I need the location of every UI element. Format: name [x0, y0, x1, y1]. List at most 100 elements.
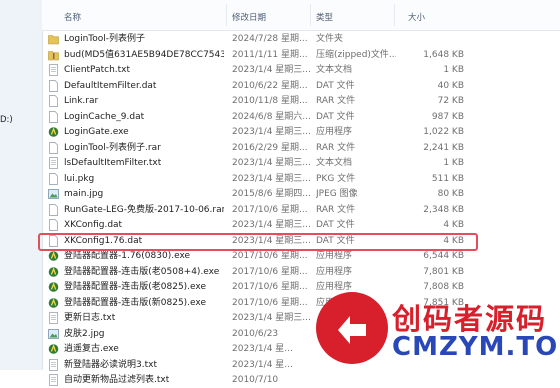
file-type: 应用程序	[316, 251, 353, 261]
file-date: 2011/1/11 星期...	[232, 49, 308, 60]
file-name: 自动更新物品过滤列表.txt	[64, 375, 170, 385]
file-name: 登陆器配置器-1.76(0830).exe	[64, 251, 191, 261]
file-date: 2023/1/4 星...	[232, 359, 293, 370]
exe-icon	[48, 281, 59, 293]
exe-icon	[48, 266, 59, 278]
file-date: 2017/10/6 星期...	[232, 266, 308, 277]
file-date: 2017/10/6 星期...	[232, 297, 308, 308]
file-type: 文本文档	[316, 65, 353, 75]
file-size: 1 KB	[443, 65, 464, 75]
column-separator[interactable]	[394, 4, 395, 26]
file-date: 2024/7/28 星期...	[232, 34, 308, 44]
file-name: lui.pkg	[64, 173, 95, 184]
column-header-type[interactable]: 类型	[316, 11, 333, 23]
image-icon	[48, 188, 59, 200]
exe-icon	[48, 297, 59, 309]
text-icon	[48, 374, 59, 386]
navigation-pane[interactable]: D:)	[0, 0, 43, 370]
file-row[interactable]: lui.pkg 2023/1/4 星期三... PKG 文件 511 KB	[42, 171, 560, 187]
text-icon	[48, 157, 59, 169]
file-row[interactable]: 登陆器配置器-连击版(老0508+4).exe 2017/10/6 星期... 应用…	[42, 264, 560, 280]
file-size: 1,022 KB	[423, 127, 464, 137]
file-row[interactable]: DefaultItemFilter.dat 2010/6/22 星期... DAT …	[42, 78, 560, 94]
file-name: 登陆器配置器-连击版(老0825).exe	[64, 282, 207, 292]
file-name: 新登陆器必读说明3.txt	[64, 359, 157, 370]
file-name: Link.rar	[64, 96, 99, 106]
file-date: 2017/10/6 星期...	[232, 204, 308, 215]
file-row[interactable]: LoginTool-列表例子 2024/7/28 星期... 文件夹	[42, 31, 560, 47]
file-date: 2017/10/6 星期...	[232, 282, 308, 292]
file-date: 2024/6/8 星期六...	[232, 111, 310, 122]
file-type: PKG 文件	[316, 173, 356, 184]
file-size: 4 KB	[443, 220, 464, 230]
folder-icon	[48, 33, 59, 45]
text-icon	[48, 64, 59, 76]
column-separator[interactable]	[310, 4, 311, 26]
file-name: LoginGate.exe	[64, 127, 129, 137]
file-size: 2,348 KB	[423, 204, 464, 215]
file-type: DAT 文件	[316, 220, 355, 230]
file-row[interactable]: RunGate-LEG-免费版-2017-10-06.rar 2017/10/6 …	[42, 202, 560, 218]
file-row[interactable]: LoginCache_9.dat 2024/6/8 星期六... DAT 文件 987…	[42, 109, 560, 125]
file-date: 2023/1/4 星期三...	[232, 65, 310, 75]
file-name: 逍遥复古.exe	[64, 344, 119, 354]
file-name: RunGate-LEG-免费版-2017-10-06.rar	[64, 204, 224, 215]
column-header-name[interactable]: 名称	[64, 11, 81, 23]
file-type: DAT 文件	[316, 111, 355, 122]
file-date: 2023/1/4 星期三...	[232, 313, 310, 323]
file-date: 2023/1/4 星期三...	[232, 220, 310, 230]
file-type: 应用程序	[316, 266, 353, 277]
exe-icon	[48, 126, 59, 138]
file-type: RAR 文件	[316, 142, 356, 153]
text-icon	[48, 312, 59, 324]
file-row[interactable]: main.jpg 2015/8/6 星期四... JPEG 图像 80 KB	[42, 186, 560, 202]
exe-icon	[48, 343, 59, 355]
file-name: LoginTool-列表例子	[64, 34, 146, 44]
file-row[interactable]: XKConfig.dat 2023/1/4 星期三... DAT 文件 4 KB	[42, 217, 560, 233]
file-date: 2023/1/4 星期三...	[232, 158, 310, 168]
file-row[interactable]: LoginGate.exe 2023/1/4 星期三... 应用程序 1,022 KB	[42, 124, 560, 140]
file-type: 压缩(zipped)文件...	[316, 49, 396, 60]
file-type: 应用程序	[316, 127, 353, 137]
column-separator[interactable]	[226, 4, 227, 26]
file-row[interactable]: lsDefaultItemFilter.txt 2023/1/4 星期三... 文本…	[42, 155, 560, 171]
file-date: 2015/8/6 星期四...	[232, 189, 310, 199]
file-type: JPEG 图像	[316, 189, 358, 199]
file-icon	[48, 219, 59, 231]
file-icon	[48, 203, 59, 216]
file-date: 2016/2/29 星期...	[232, 142, 308, 153]
file-name: bud(MD5值631AE5B94DE78CC7543F...	[64, 49, 224, 60]
file-row[interactable]: Link.rar 2010/11/8 星期... RAR 文件 72 KB	[42, 93, 560, 109]
file-name: DefaultItemFilter.dat	[64, 80, 157, 91]
watermark-latin-text: CMZYM.TOP	[392, 332, 560, 362]
file-type: RAR 文件	[316, 96, 356, 106]
file-icon	[48, 141, 59, 154]
column-header-size[interactable]: 大小	[408, 11, 425, 23]
file-name: XKConfig.dat	[64, 220, 123, 230]
file-name: 皮肤2.jpg	[64, 328, 105, 339]
file-name: 登陆器配置器-连击版(新0825).exe	[64, 297, 207, 308]
file-type: 文本文档	[316, 158, 353, 168]
column-header-row: 名称 修改日期 类型 大小	[42, 0, 560, 31]
column-header-date[interactable]: 修改日期	[232, 11, 266, 23]
file-icon	[48, 172, 59, 185]
file-row[interactable]: bud(MD5值631AE5B94DE78CC7543F... 2011/1/11…	[42, 47, 560, 63]
drive-label[interactable]: D:)	[0, 115, 13, 125]
watermark-logo-icon	[316, 292, 388, 364]
file-size: 1 KB	[443, 158, 464, 168]
file-name: 更新日志.txt	[64, 313, 116, 323]
file-size: 7,801 KB	[423, 266, 464, 277]
file-size: 1,648 KB	[423, 49, 464, 60]
file-name: 登陆器配置器-连击版(老0508+4).exe	[64, 266, 220, 277]
file-date: 2010/6/22 星期...	[232, 80, 308, 91]
file-row[interactable]: 自动更新物品过滤列表.txt 2010/7/10	[42, 372, 560, 388]
zip-icon	[48, 49, 59, 61]
file-size: 511 KB	[431, 173, 464, 184]
file-row[interactable]: ClientPatch.txt 2023/1/4 星期三... 文本文档 1 KB	[42, 62, 560, 78]
file-size: 2,241 KB	[423, 142, 464, 153]
exe-icon	[48, 250, 59, 262]
file-type: 文件夹	[316, 34, 344, 44]
file-size: 40 KB	[437, 80, 464, 91]
file-row[interactable]: LoginTool-列表例子.rar 2016/2/29 星期... RAR 文件 2…	[42, 140, 560, 156]
file-type: DAT 文件	[316, 80, 355, 91]
